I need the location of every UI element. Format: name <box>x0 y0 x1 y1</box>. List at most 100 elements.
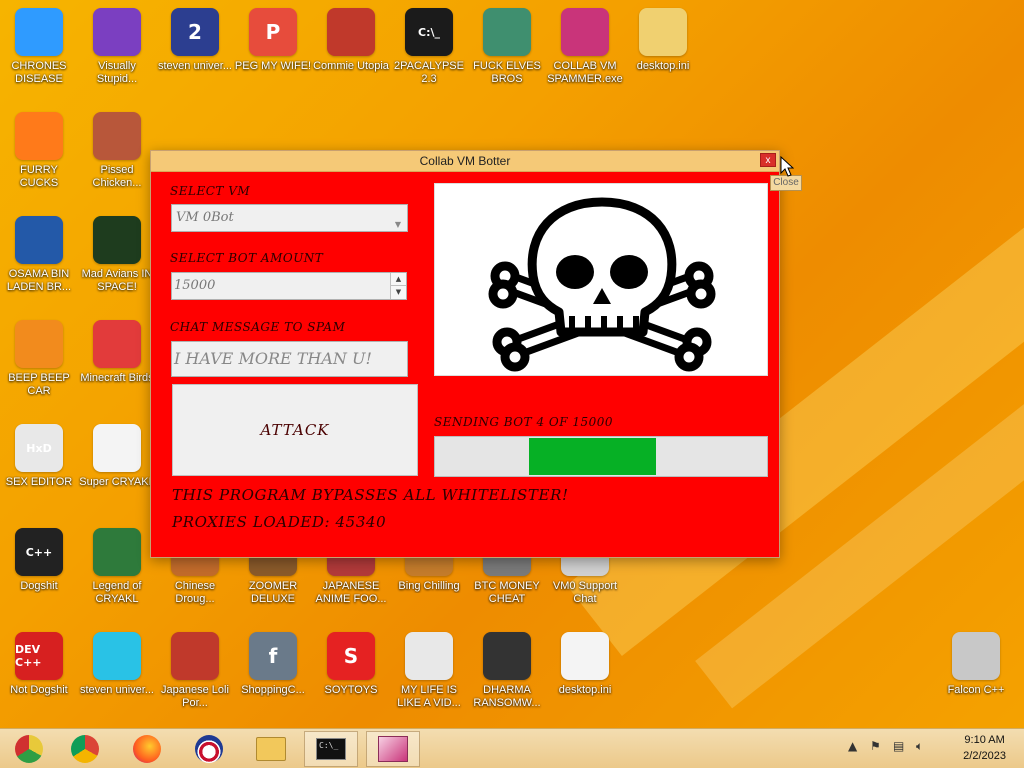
sending-progress-bar <box>434 436 768 477</box>
app-icon <box>15 216 63 264</box>
volume-icon[interactable]: 🔈︎ <box>916 739 923 754</box>
window-titlebar[interactable]: Collab VM Botter x <box>151 151 779 172</box>
desktop-icon[interactable]: DHARMA RANSOMW... <box>468 632 546 732</box>
select-vm-dropdown[interactable]: VM 0Bot ▼ <box>171 204 408 232</box>
mouse-cursor-icon <box>780 156 794 177</box>
network-icon[interactable]: ▤ <box>893 739 904 753</box>
progress-fill <box>529 438 656 475</box>
desktop-icon[interactable]: FUCK ELVES BROS <box>468 8 546 108</box>
app-icon <box>93 528 141 576</box>
desktop-icon[interactable]: Commie Utopia <box>312 8 390 108</box>
desktop-icon-label: DHARMA RANSOMW... <box>473 684 541 709</box>
desktop-icon[interactable]: Falcon C++ <box>937 632 1015 732</box>
desktop-icon[interactable]: HxD SEX EDITOR <box>0 424 78 524</box>
firefox-icon <box>133 735 161 763</box>
chrome-icon <box>71 735 99 763</box>
desktop-icon[interactable]: COLLAB VM SPAMMER.exe <box>546 8 624 108</box>
desktop-icon-label: steven univer... <box>80 684 154 696</box>
stepper-down-button[interactable]: ▼ <box>391 286 406 299</box>
app-icon <box>561 632 609 680</box>
close-button[interactable]: x <box>760 153 776 167</box>
taskbar-obama[interactable] <box>182 731 236 767</box>
app-icon: C++ <box>15 528 63 576</box>
desktop-icon[interactable]: Mad Avians IN SPACE! <box>78 216 156 316</box>
desktop-icon-label: Not Dogshit <box>10 684 68 696</box>
taskbar-file-explorer[interactable] <box>244 731 298 767</box>
desktop-icon-label: Dogshit <box>20 580 58 592</box>
desktop-icon[interactable]: Minecraft Birds <box>78 320 156 420</box>
skull-image <box>434 183 768 376</box>
desktop-icon-label: Falcon C++ <box>947 684 1005 696</box>
app-icon: HxD <box>15 424 63 472</box>
clock-date: 2/2/2023 <box>963 750 1006 762</box>
app-icon: S <box>327 632 375 680</box>
obama-icon <box>195 735 223 763</box>
desktop-icon-label: JAPANESE ANIME FOO... <box>315 580 387 605</box>
desktop-icon[interactable]: MY LIFE IS LIKE A VID... <box>390 632 468 732</box>
app-icon <box>15 320 63 368</box>
bot-amount-label: SELECT BOT AMOUNT <box>170 251 324 265</box>
desktop-icon-label: desktop.ini <box>558 684 612 696</box>
desktop-icon-label: MY LIFE IS LIKE A VID... <box>397 684 461 709</box>
cmd-icon: C:\_ <box>316 738 346 760</box>
chrome-canary-icon <box>15 735 43 763</box>
app-icon: P <box>249 8 297 56</box>
app-icon <box>639 8 687 56</box>
desktop-icon[interactable]: Legend of CRYAKL <box>78 528 156 628</box>
desktop-icon-label: Japanese Loli Por... <box>161 684 229 709</box>
desktop-icon-label: Bing Chilling <box>398 580 460 592</box>
desktop-icon[interactable]: Super CRYAKL <box>78 424 156 524</box>
show-hidden-icon[interactable]: ▲ <box>848 739 857 753</box>
desktop-icon[interactable]: f ShoppingC... <box>234 632 312 732</box>
desktop-icon-label: OSAMA BIN LADEN BR... <box>6 268 72 293</box>
proxies-loaded: PROXIES LOADED: 45340 <box>172 513 387 531</box>
desktop-icon[interactable]: Visually Stupid... <box>78 8 156 108</box>
taskbar-clock[interactable]: 9:10 AM 2/2/2023 <box>963 732 1006 764</box>
app-icon: 2 <box>171 8 219 56</box>
chat-message-label: CHAT MESSAGE TO SPAM <box>170 320 346 334</box>
taskbar-firefox[interactable] <box>120 731 174 767</box>
desktop-icon[interactable]: steven univer... <box>78 632 156 732</box>
desktop-icon[interactable]: C++ Dogshit <box>0 528 78 628</box>
taskbar-vm-spammer[interactable] <box>366 731 420 767</box>
desktop-icon-label: Chinese Droug... <box>174 580 216 605</box>
desktop-icon[interactable]: C:\_ 2PACALYPSE 2.3 <box>390 8 468 108</box>
flag-icon[interactable]: ⚑ <box>870 739 881 753</box>
progress-status: SENDING BOT 4 OF 15000 <box>434 415 614 429</box>
skull-crossbones-icon <box>488 197 716 372</box>
chat-message-input[interactable]: I HAVE MORE THAN U! <box>171 341 408 377</box>
desktop-icon[interactable]: OSAMA BIN LADEN BR... <box>0 216 78 316</box>
desktop-icon-label: steven univer... <box>158 60 232 72</box>
desktop-icon[interactable]: Japanese Loli Por... <box>156 632 234 732</box>
taskbar-cmd[interactable]: C:\_ <box>304 731 358 767</box>
desktop-icon-label: Commie Utopia <box>313 60 389 72</box>
app-icon: f <box>249 632 297 680</box>
attack-button[interactable]: ATTACK <box>172 384 418 476</box>
bot-amount-stepper[interactable]: 15000 ▲ ▼ <box>171 272 407 300</box>
chevron-down-icon: ▼ <box>394 220 401 229</box>
desktop-icon-label: FUCK ELVES BROS <box>473 60 541 85</box>
desktop-icon[interactable]: S SOYTOYS <box>312 632 390 732</box>
desktop-icon-label: PEG MY WIFE! <box>234 60 312 72</box>
desktop-icon[interactable]: 2 steven univer... <box>156 8 234 108</box>
desktop-icon[interactable]: Pissed Chicken... <box>78 112 156 212</box>
desktop-icon-label: Visually Stupid... <box>96 60 138 85</box>
desktop-icon[interactable]: desktop.ini <box>624 8 702 108</box>
app-icon <box>15 112 63 160</box>
desktop-icon[interactable]: P PEG MY WIFE! <box>234 8 312 108</box>
desktop-icon[interactable]: CHRONES DISEASE <box>0 8 78 108</box>
desktop-icon-label: VM0 Support Chat <box>552 580 618 605</box>
stepper-up-button[interactable]: ▲ <box>391 273 406 286</box>
desktop-icon[interactable]: desktop.ini <box>546 632 624 732</box>
desktop-icon[interactable]: DEV C++ Not Dogshit <box>0 632 78 732</box>
desktop-icon[interactable]: FURRY CUCKS <box>0 112 78 212</box>
app-icon <box>93 320 141 368</box>
taskbar-chrome[interactable] <box>58 731 112 767</box>
desktop-icon-label: Super CRYAKL <box>79 476 155 488</box>
app-icon: DEV C++ <box>15 632 63 680</box>
select-vm-label: SELECT VM <box>170 184 251 198</box>
app-icon <box>93 424 141 472</box>
app-icon <box>171 632 219 680</box>
taskbar-chrome-canary[interactable] <box>2 731 56 767</box>
desktop-icon[interactable]: BEEP BEEP CAR <box>0 320 78 420</box>
